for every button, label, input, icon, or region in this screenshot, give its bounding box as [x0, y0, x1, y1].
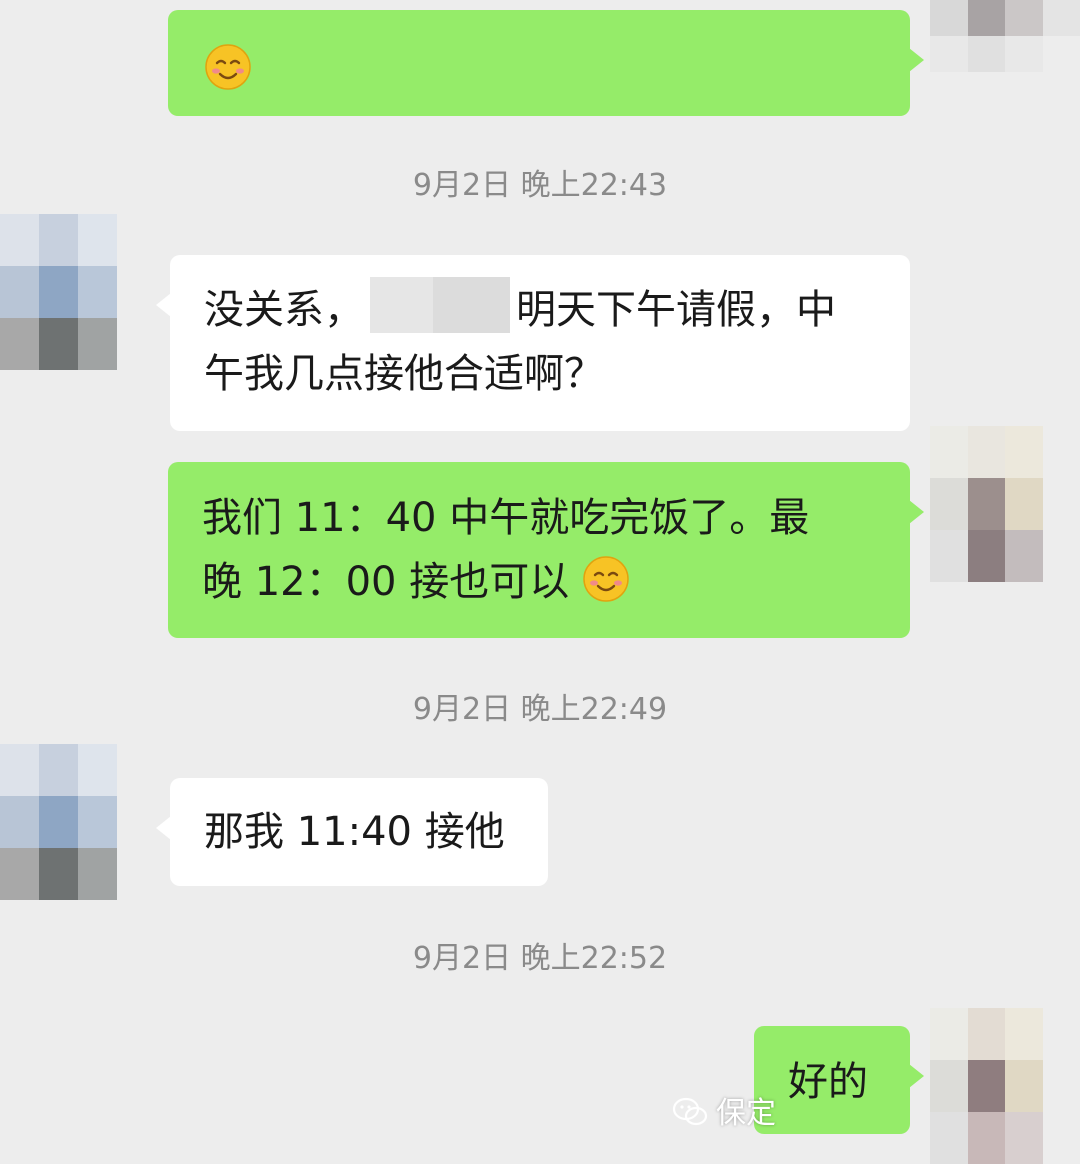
message-line: 我们 11：40 中午就吃完饭了。最: [202, 495, 810, 541]
message-text: 没关系，: [204, 287, 364, 333]
message-text: 明天下午请假，中: [516, 287, 836, 333]
message-line: 午我几点接他合适啊？: [204, 351, 604, 397]
avatar-self[interactable]: [930, 426, 1080, 582]
chat-area[interactable]: 9月2日 晚上22:43 没关系， 明天下午请假，中 午我几点接他合适啊？ 我们 …: [0, 0, 1080, 1164]
message-bubble-incoming[interactable]: 没关系， 明天下午请假，中 午我几点接他合适啊？: [156, 255, 910, 431]
avatar-contact[interactable]: [0, 744, 156, 900]
message-line: 晚 12：00 接也可以: [202, 550, 876, 614]
timestamp: 9月2日 晚上22:52: [412, 941, 668, 976]
message-text: 好的: [788, 1059, 868, 1105]
smile-emoji-icon: [583, 556, 629, 602]
message-text: 那我 11:40 接他: [204, 809, 505, 855]
watermark: 保定: [672, 1094, 776, 1134]
timestamp: 9月2日 晚上22:49: [412, 692, 668, 727]
avatar-contact[interactable]: [0, 214, 156, 370]
wechat-icon: [672, 1097, 708, 1126]
avatar-self[interactable]: [930, 1008, 1080, 1164]
redacted-name: [370, 277, 510, 333]
message-bubble-outgoing[interactable]: 好的: [754, 1026, 924, 1134]
message-line: 没关系， 明天下午请假，中: [204, 277, 876, 342]
avatar-self[interactable]: [930, 0, 1080, 108]
message-bubble-outgoing[interactable]: 我们 11：40 中午就吃完饭了。最 晚 12：00 接也可以: [168, 462, 924, 638]
smile-emoji-icon: [205, 44, 251, 90]
timestamp: 9月2日 晚上22:43: [412, 168, 668, 203]
watermark-text: 保定: [716, 1096, 776, 1131]
message-text: 晚 12：00 接也可以: [202, 559, 570, 605]
message-bubble-outgoing[interactable]: [168, 10, 924, 116]
message-bubble-incoming[interactable]: 那我 11:40 接他: [156, 778, 548, 886]
